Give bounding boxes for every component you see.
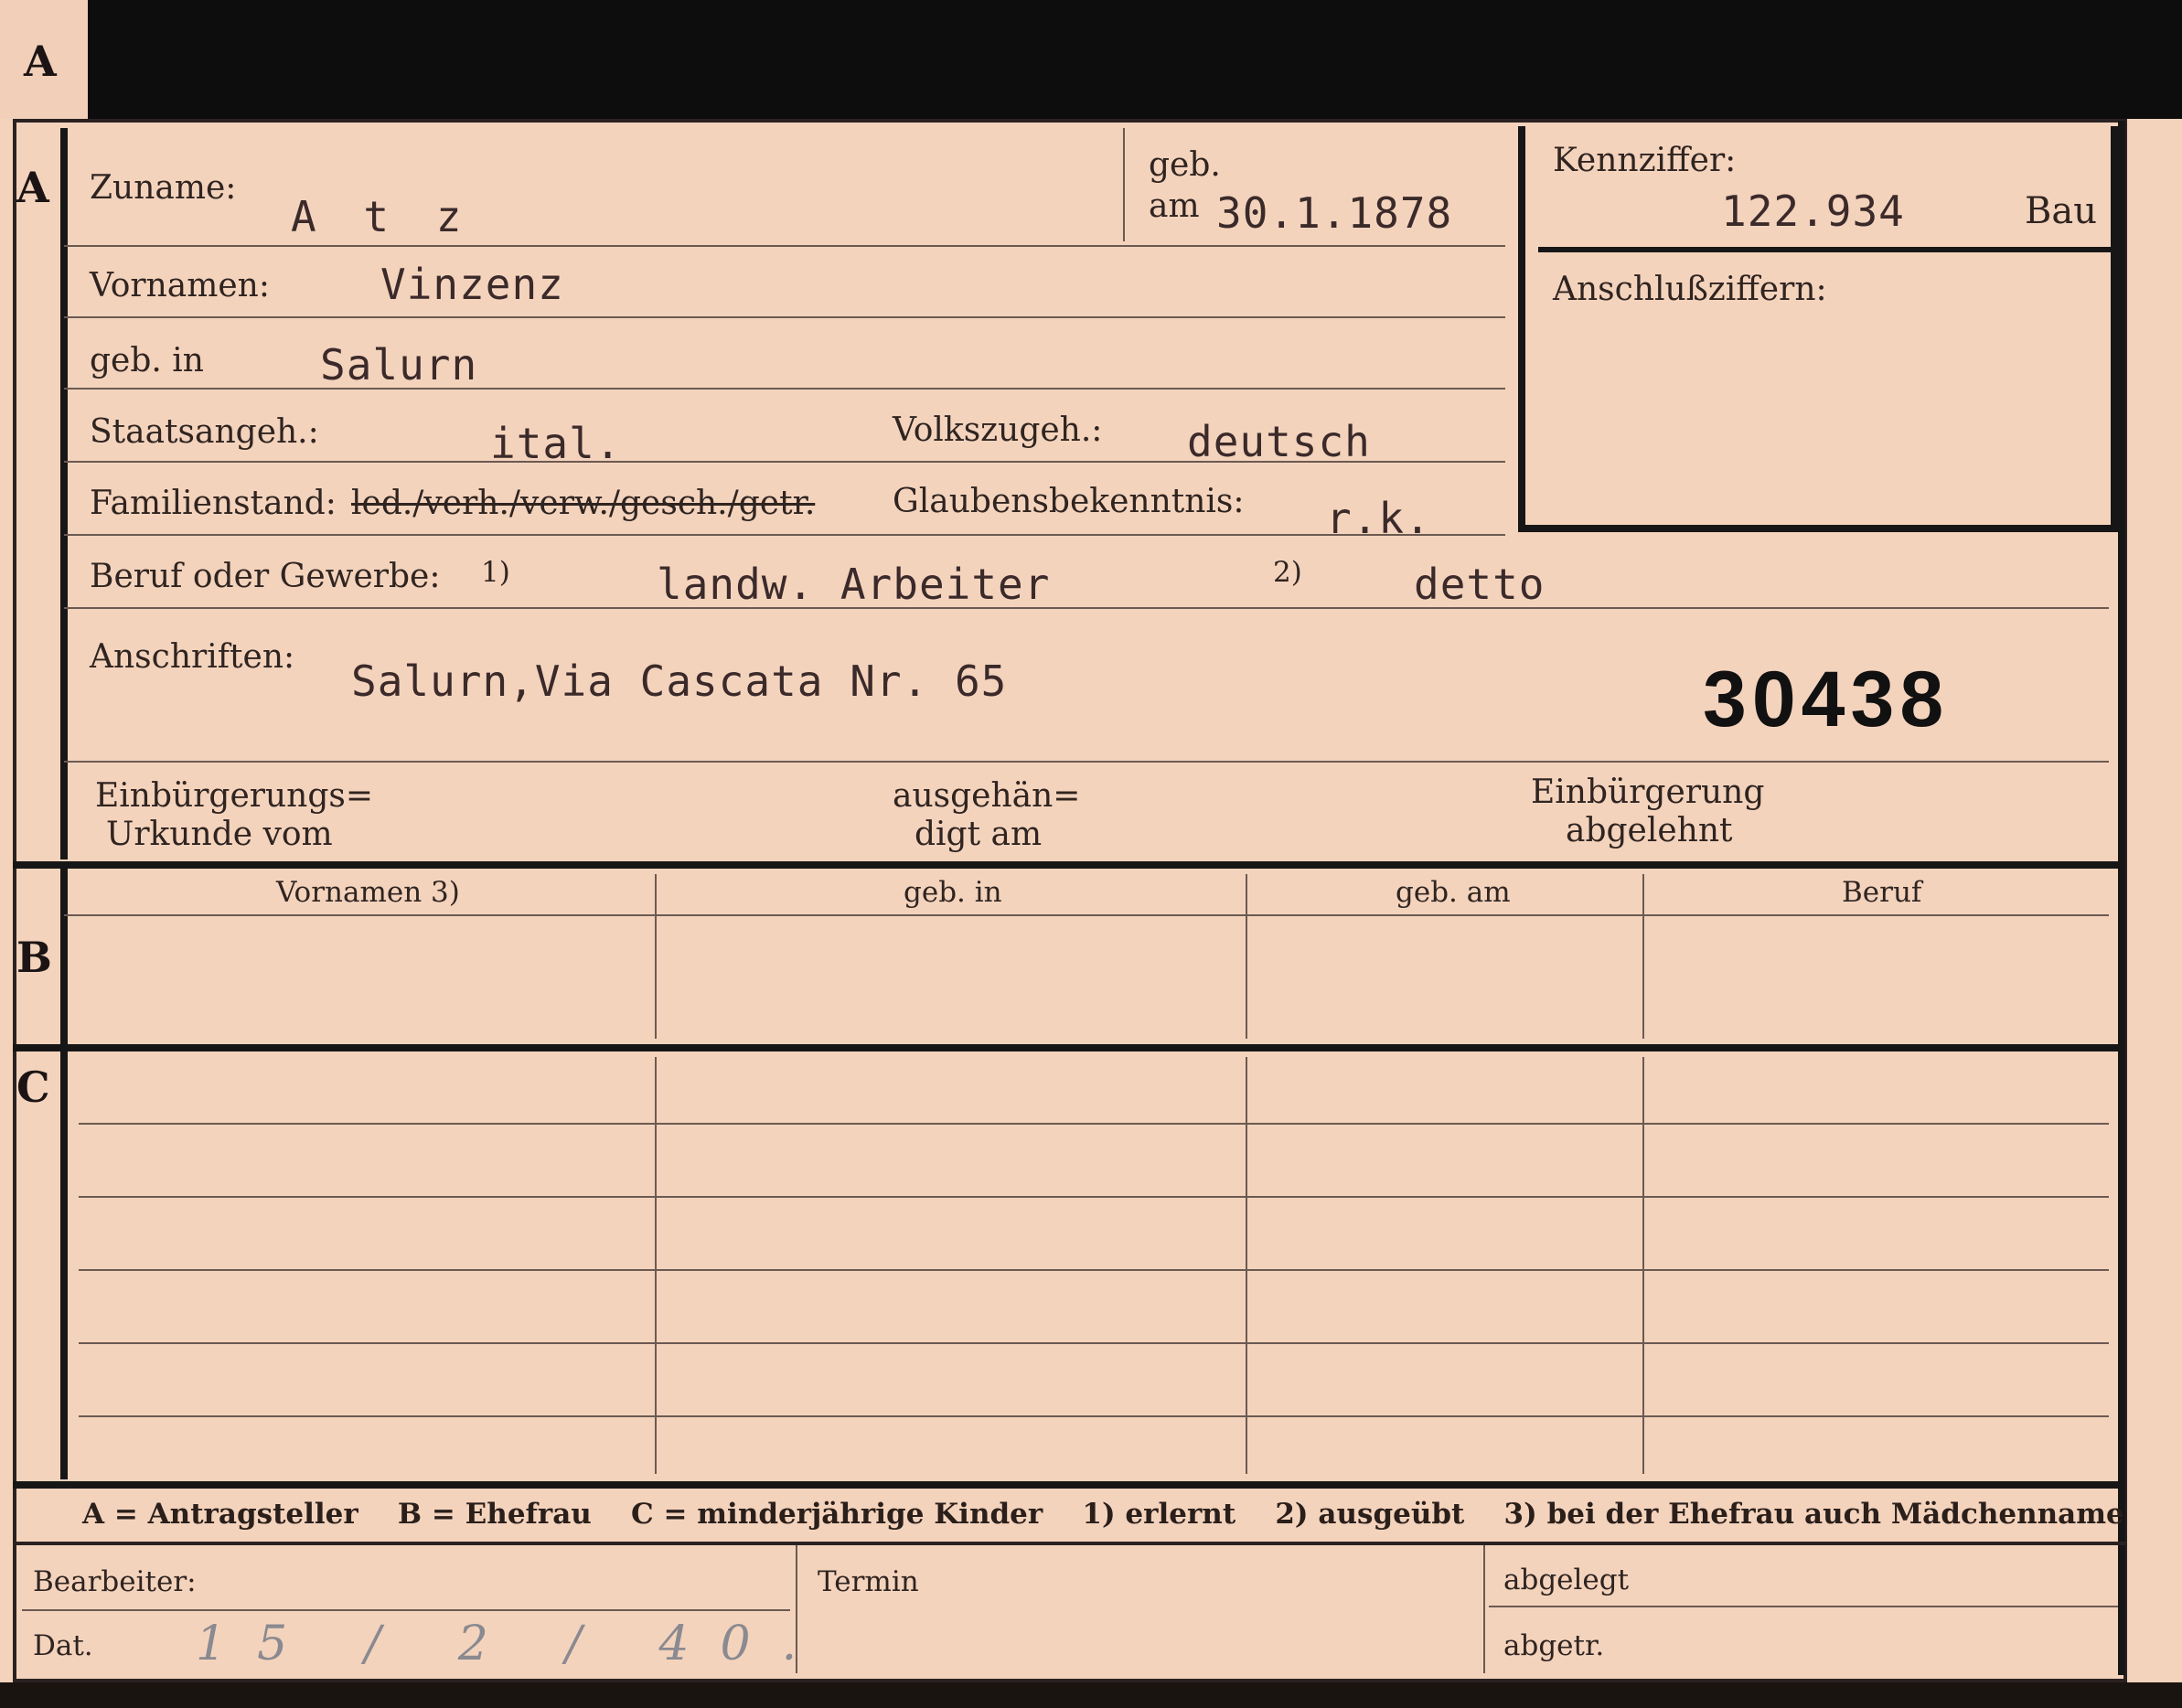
staats-label: Staatsangeh.: [90, 413, 319, 451]
c-row-line [79, 1123, 2109, 1125]
vornamen-label: Vornamen: [90, 267, 270, 304]
ausg-label-1: ausgehän= [893, 777, 1081, 815]
legend: A = Antragsteller B = Ehefrau C = minder… [82, 1498, 2124, 1531]
c-col-divider [655, 1057, 657, 1474]
dat-value: 15 / 2 / 40. [196, 1617, 829, 1671]
abgel-label-1: Einbürgerung [1531, 774, 1765, 811]
familienstand-options: led./verh./verw./gesch./getr. [351, 485, 816, 522]
section-c-letter: C [16, 1062, 50, 1112]
c-col-divider [1246, 1057, 1247, 1474]
section-a-letter: A [16, 163, 49, 212]
row-line [64, 761, 2109, 763]
einb-label-2: Urkunde vom [106, 816, 333, 853]
c-row-line [79, 1269, 2109, 1271]
footer-line [22, 1609, 790, 1611]
stamp-number: 30438 [1703, 656, 1950, 743]
glauben-label: Glaubensbekenntnis: [893, 483, 1245, 520]
b-header-geb-am: geb. am [1396, 876, 1511, 909]
legend-line [13, 1542, 2125, 1545]
section-a-bar [60, 128, 68, 859]
b-header-beruf: Beruf [1842, 876, 1922, 909]
geb-in-label: geb. in [90, 342, 204, 379]
geb-in-value: Salurn [320, 340, 478, 390]
kennziffer-suffix: Bau [2025, 190, 2098, 232]
abgelegt-label: abgelegt [1503, 1564, 1630, 1596]
kennziffer-value: 122.934 [1721, 187, 1905, 236]
right-bar [2118, 121, 2125, 1675]
row-line [64, 461, 1505, 463]
row-line [64, 388, 1505, 390]
volks-value: deutsch [1187, 417, 1371, 466]
bearbeiter-label: Bearbeiter: [33, 1565, 197, 1598]
c-row-line [79, 1196, 2109, 1198]
volks-label: Volkszugeh.: [893, 411, 1103, 449]
c-row-line [79, 1415, 2109, 1417]
beruf-label: Beruf oder Gewerbe: [90, 558, 441, 595]
tab-letter: A [24, 37, 57, 86]
anschluss-label: Anschlußziffern: [1553, 271, 1827, 308]
anschriften-label: Anschriften: [90, 638, 295, 676]
bottom-edge [0, 1682, 2182, 1708]
vornamen-value: Vinzenz [380, 260, 564, 309]
row-line [64, 245, 1505, 247]
section-a-bottom [13, 861, 2125, 869]
section-b-bottom [13, 1044, 2125, 1051]
anschriften-value: Salurn,Via Cascata Nr. 65 [351, 657, 1008, 706]
geb-label-top: geb. [1149, 146, 1221, 184]
beruf-value-1: landw. Arbeiter [657, 560, 1051, 609]
geb-am-value: 30.1.1878 [1216, 188, 1453, 238]
row-line [64, 316, 1505, 318]
zuname-label: Zuname: [90, 169, 237, 207]
abgel-label-2: abgelehnt [1566, 812, 1733, 849]
footer-line [1489, 1606, 2118, 1607]
b-header-line [64, 914, 2109, 916]
termin-label: Termin [818, 1565, 919, 1598]
c-col-divider [1642, 1057, 1644, 1474]
top-dark-band [0, 0, 2182, 119]
zuname-value: A t z [291, 192, 473, 241]
beruf-mark-1: 1) [481, 556, 510, 589]
beruf-value-2: detto [1414, 560, 1546, 609]
section-c-bottom [13, 1481, 2125, 1489]
b-header-geb-in: geb. in [904, 876, 1002, 909]
kennziffer-divider [1538, 247, 2111, 252]
footer-divider [1483, 1545, 1485, 1673]
beruf-mark-2: 2) [1273, 556, 1302, 589]
dat-label: Dat. [33, 1629, 93, 1662]
geb-label-bottom: am [1149, 187, 1200, 225]
footer-divider [796, 1545, 797, 1673]
b-col-divider [655, 874, 657, 1039]
b-header-vornamen: Vornamen 3) [276, 876, 460, 909]
row-line [64, 534, 1505, 536]
kennziffer-label: Kennziffer: [1553, 142, 1737, 179]
section-b-bar [60, 869, 68, 1479]
c-row-line [79, 1342, 2109, 1344]
einb-label-1: Einbürgerungs= [95, 777, 374, 815]
geb-divider [1123, 128, 1125, 241]
ausg-label-2: digt am [915, 816, 1043, 853]
section-b-letter: B [16, 933, 52, 982]
familienstand-label: Familienstand: [90, 485, 337, 522]
b-col-divider [1642, 874, 1644, 1039]
row-line [64, 607, 2109, 609]
b-col-divider [1246, 874, 1247, 1039]
abgetr-label: abgetr. [1503, 1629, 1605, 1662]
